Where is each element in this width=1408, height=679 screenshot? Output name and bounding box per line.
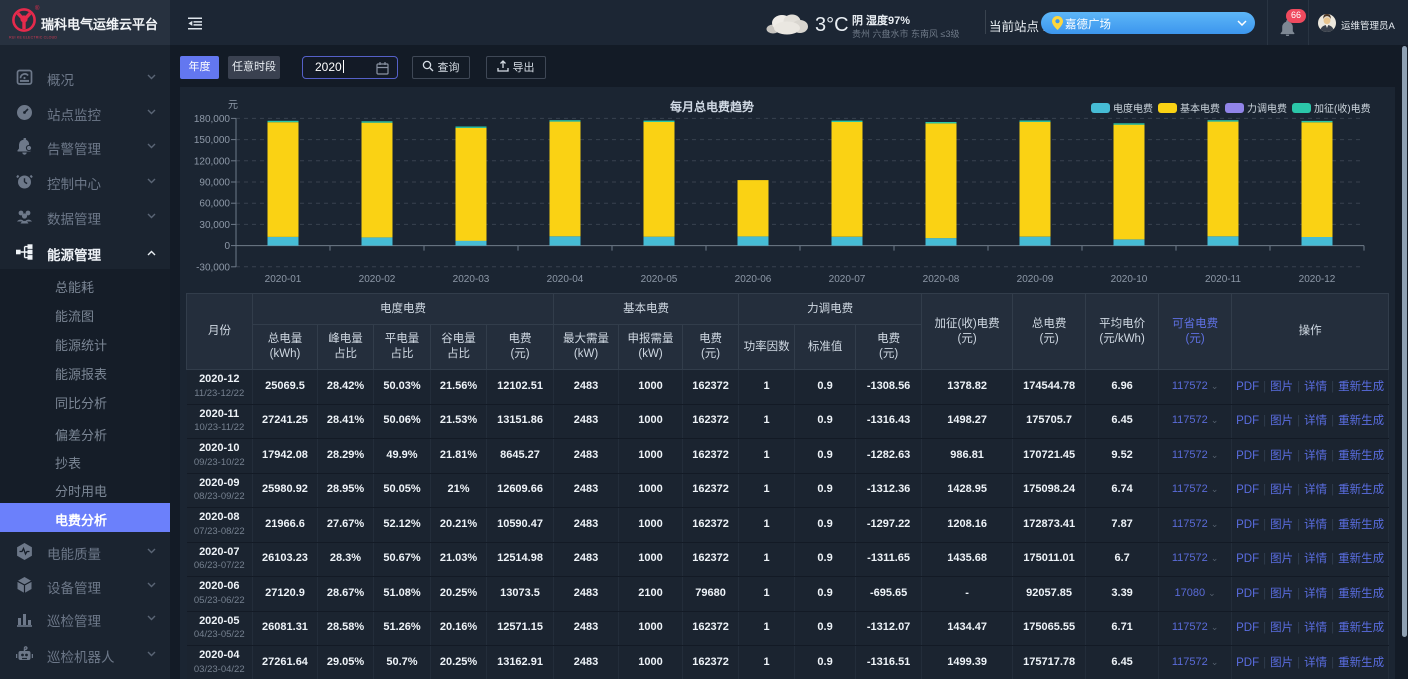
svg-text:-30,000: -30,000 [196,262,230,273]
svg-text:2020-03: 2020-03 [453,274,490,285]
svg-text:150,000: 150,000 [194,135,231,146]
svg-text:2020-10: 2020-10 [1111,274,1148,285]
svg-text:2020-11: 2020-11 [1205,274,1241,285]
svg-text:2020-01: 2020-01 [265,274,302,285]
svg-text:2020-07: 2020-07 [829,274,866,285]
svg-text:2020-02: 2020-02 [359,274,396,285]
svg-text:2020-12: 2020-12 [1299,274,1336,285]
svg-text:2020-09: 2020-09 [1017,274,1054,285]
svg-text:加征(收)电费: 加征(收)电费 [1314,102,1371,115]
svg-text:基本电费: 基本电费 [1180,102,1220,115]
svg-text:120,000: 120,000 [194,156,231,167]
svg-text:2020-06: 2020-06 [735,274,772,285]
svg-text:每月总电费趋势: 每月总电费趋势 [670,99,754,114]
svg-text:2020-04: 2020-04 [547,274,584,285]
svg-text:0: 0 [224,241,230,252]
svg-text:2020-05: 2020-05 [641,274,678,285]
svg-text:180,000: 180,000 [194,114,231,125]
svg-text:元: 元 [228,100,238,111]
svg-text:30,000: 30,000 [199,220,230,231]
svg-text:电度电费: 电度电费 [1113,102,1153,115]
svg-text:2020-08: 2020-08 [923,274,960,285]
svg-text:90,000: 90,000 [199,178,230,189]
svg-text:力调电费: 力调电费 [1247,102,1287,115]
svg-text:60,000: 60,000 [199,199,230,210]
